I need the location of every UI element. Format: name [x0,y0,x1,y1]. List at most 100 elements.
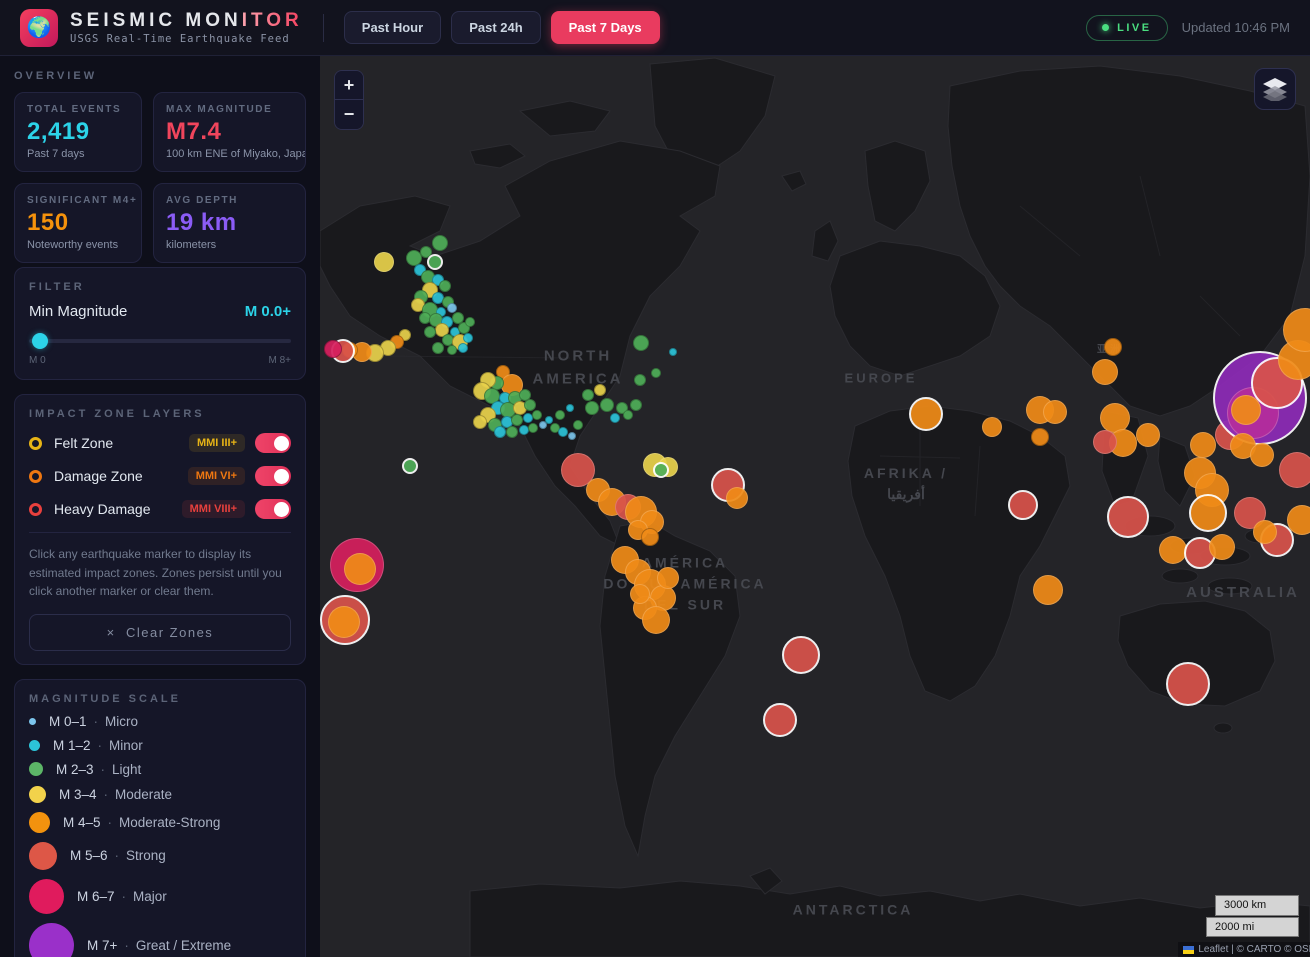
earthquake-marker[interactable] [432,342,444,354]
earthquake-marker[interactable] [610,413,620,423]
earthquake-marker[interactable] [1033,575,1063,605]
earthquake-marker[interactable] [424,326,436,338]
earthquake-marker[interactable] [1008,490,1038,520]
zoom-out-button[interactable]: − [335,100,363,129]
earthquake-marker[interactable] [402,458,418,474]
earthquake-marker[interactable] [566,404,574,412]
earthquake-marker[interactable] [1279,452,1310,488]
earthquake-marker[interactable] [447,345,457,355]
earthquake-marker[interactable] [594,384,606,396]
earthquake-marker[interactable] [585,401,599,415]
earthquake-marker[interactable] [1104,338,1122,356]
earthquake-marker[interactable] [1189,494,1227,532]
legend-range: M 6–7 [77,889,115,904]
earthquake-marker[interactable] [494,426,506,438]
tab-past-hour[interactable]: Past Hour [344,11,441,44]
legend-text: M 4–5·Moderate-Strong [63,815,220,830]
slider-thumb[interactable] [32,333,48,349]
earthquake-marker[interactable] [344,553,376,585]
tab-past-7-days[interactable]: Past 7 Days [551,11,660,44]
earthquake-marker[interactable] [558,427,568,437]
earthquake-marker[interactable] [1159,536,1187,564]
earthquake-marker[interactable] [427,254,443,270]
filter-section-label: FILTER [29,281,291,293]
legend-text: M 2–3·Light [56,762,141,777]
zone-toggle[interactable] [255,433,291,453]
earthquake-marker[interactable] [439,280,451,292]
world-map[interactable]: NORTH AMERICAEUROPEAFRIKA / أفريقيا亚洲AMÉ… [320,56,1310,957]
earthquake-marker[interactable] [432,235,448,251]
earthquake-marker[interactable] [653,462,669,478]
earthquake-marker[interactable] [1107,496,1149,538]
earthquake-marker[interactable] [506,426,518,438]
earthquake-marker[interactable] [1209,534,1235,560]
page-title: SEISMIC MONITOR [70,10,303,32]
map-scale-control: 3000 km 2000 mi [1206,895,1299,937]
earthquake-marker[interactable] [573,420,583,430]
earthquake-marker[interactable] [630,584,650,604]
zoom-in-button[interactable]: + [335,71,363,100]
earthquake-marker[interactable] [651,368,661,378]
earthquake-marker[interactable] [1250,443,1274,467]
overview-section-label: OVERVIEW [14,70,306,82]
earthquake-marker[interactable] [1031,428,1049,446]
earthquake-marker[interactable] [641,528,659,546]
earthquake-marker[interactable] [528,423,538,433]
earthquake-marker[interactable] [642,606,670,634]
earthquake-marker[interactable] [909,397,943,431]
earthquake-marker[interactable] [630,399,642,411]
clear-zones-button[interactable]: × Clear Zones [29,614,291,651]
earthquake-marker[interactable] [458,343,468,353]
legend-text: M 0–1·Micro [49,714,138,729]
earthquake-marker[interactable] [1043,400,1067,424]
legend-text: M 3–4·Moderate [59,787,172,802]
legend-dot-icon [29,879,64,914]
earthquake-marker[interactable] [582,389,594,401]
live-dot-icon [1102,24,1109,31]
legend-range: M 2–3 [56,762,94,777]
earthquake-marker[interactable] [1166,662,1210,706]
slider-track[interactable] [29,339,291,343]
earthquake-marker[interactable] [328,606,360,638]
zone-toggle[interactable] [255,499,291,519]
earthquake-marker[interactable] [763,703,797,737]
stat-sub: 100 km ENE of Miyako, Japa [166,148,293,160]
earthquake-marker[interactable] [623,410,633,420]
legend-name: Light [112,762,141,777]
legend-dot-icon [29,842,57,870]
legend-item-great-extreme: M 7+·Great / Extreme [29,923,291,957]
earthquake-marker[interactable] [473,415,487,429]
earthquake-marker[interactable] [374,252,394,272]
layers-button[interactable] [1254,68,1296,110]
earthquake-marker[interactable] [1136,423,1160,447]
earthquake-marker[interactable] [1253,520,1277,544]
earthquake-marker[interactable] [634,374,646,386]
earthquake-marker[interactable] [782,636,820,674]
earthquake-marker[interactable] [511,414,523,426]
min-magnitude-label: Min Magnitude [29,303,127,320]
earthquake-marker[interactable] [555,410,565,420]
earthquake-marker[interactable] [600,398,614,412]
layers-icon [1262,77,1288,101]
earthquake-marker[interactable] [657,567,679,589]
earthquake-marker[interactable] [532,410,542,420]
app-header: 🌍 SEISMIC MONITOR USGS Real-Time Earthqu… [0,0,1310,56]
earthquake-marker[interactable] [568,432,576,440]
earthquake-marker[interactable] [1287,505,1310,535]
earthquake-marker[interactable] [465,317,475,327]
earthquake-marker[interactable] [982,417,1002,437]
magnitude-slider[interactable] [29,333,291,349]
earthquake-marker[interactable] [524,399,536,411]
earthquake-marker[interactable] [463,333,473,343]
earthquake-marker[interactable] [633,335,649,351]
earthquake-marker[interactable] [324,340,342,358]
tab-past-24h[interactable]: Past 24h [451,11,540,44]
earthquake-marker[interactable] [1093,430,1117,454]
legend-name: Moderate [115,787,172,802]
zone-toggle[interactable] [255,466,291,486]
earthquake-marker[interactable] [726,487,748,509]
earthquake-marker[interactable] [1190,432,1216,458]
earthquake-marker[interactable] [669,348,677,356]
earthquake-marker[interactable] [1092,359,1118,385]
impact-layer-heavy-damage: Heavy DamageMMI VIII+ [29,499,291,519]
